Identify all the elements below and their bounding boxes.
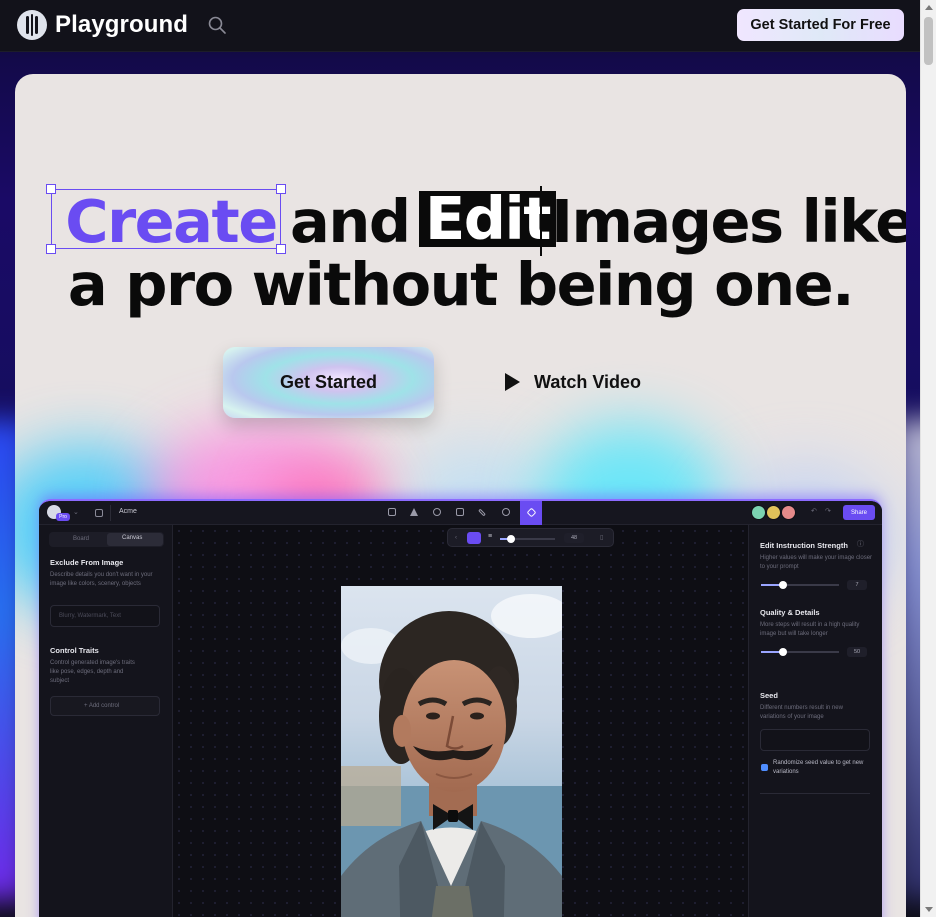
slider-knob[interactable] bbox=[779, 581, 787, 589]
select-tool-icon[interactable] bbox=[410, 508, 418, 516]
project-name[interactable]: Acme bbox=[119, 508, 137, 515]
watch-video-button[interactable]: Watch Video bbox=[505, 364, 641, 400]
edit-strength-slider[interactable] bbox=[761, 581, 839, 589]
exclude-title: Exclude From Image bbox=[50, 558, 124, 567]
edit-strength-title: Edit Instruction Strength bbox=[760, 541, 848, 550]
edit-strength-description: Higher values will make your image close… bbox=[760, 555, 873, 570]
upload-tool-icon[interactable] bbox=[388, 508, 396, 516]
exclude-input[interactable]: Blurry, Watermark, Text bbox=[50, 605, 160, 627]
help-icon[interactable]: ⓘ bbox=[857, 540, 864, 549]
hero-section: Create and Edit Images like a pro withou… bbox=[15, 74, 906, 917]
edit-strength-value[interactable]: 7 bbox=[847, 580, 867, 590]
right-settings-panel: Edit Instruction Strength ⓘ Higher value… bbox=[748, 525, 882, 917]
panel-toggle-icon[interactable] bbox=[95, 509, 103, 517]
add-control-button[interactable]: + Add control bbox=[50, 696, 160, 716]
brush-size-slider[interactable] bbox=[500, 535, 555, 543]
back-icon[interactable]: ‹ bbox=[455, 534, 457, 543]
exclude-description: Describe details you don't want in your … bbox=[50, 572, 153, 587]
headline-word-edit: Edit bbox=[419, 189, 556, 248]
scroll-up-arrow-icon[interactable] bbox=[925, 5, 933, 10]
shape-tool-icon[interactable] bbox=[502, 508, 510, 516]
page-scrollbar[interactable] bbox=[920, 0, 936, 917]
hand-tool-icon[interactable] bbox=[433, 508, 441, 516]
divider bbox=[760, 793, 870, 794]
resize-handle[interactable] bbox=[276, 184, 286, 194]
avatar[interactable] bbox=[751, 505, 766, 520]
menu-icon[interactable]: ≡ bbox=[488, 533, 492, 540]
app-preview: Pro ⌄ Acme ↶ ↷ Share Board Canvas Exclud… bbox=[39, 499, 882, 917]
quality-slider[interactable] bbox=[761, 648, 839, 656]
slider-knob[interactable] bbox=[507, 535, 515, 543]
headline-word-and: and bbox=[290, 187, 411, 256]
brand-logo-icon[interactable] bbox=[17, 10, 47, 40]
brush-size-value[interactable]: 48 bbox=[564, 533, 584, 543]
seed-input[interactable] bbox=[760, 729, 870, 751]
randomize-checkbox[interactable] bbox=[761, 764, 768, 771]
portrait-image[interactable] bbox=[341, 586, 562, 917]
undo-icon[interactable]: ↶ bbox=[811, 507, 817, 516]
tab-board[interactable]: Board bbox=[73, 535, 89, 544]
get-started-button[interactable]: Get Started bbox=[223, 347, 434, 418]
brush-icon[interactable] bbox=[467, 532, 481, 544]
plan-badge: Pro bbox=[56, 513, 70, 521]
page: Playground Get Started For Free Create a… bbox=[0, 0, 936, 917]
seed-description: Different numbers result in new variatio… bbox=[760, 705, 843, 720]
scroll-thumb[interactable] bbox=[924, 17, 933, 65]
resize-handle[interactable] bbox=[46, 244, 56, 254]
trash-icon[interactable]: ▯ bbox=[600, 534, 603, 543]
quality-value[interactable]: 50 bbox=[847, 647, 867, 657]
control-traits-description: Control generated image's traits like po… bbox=[50, 660, 135, 684]
exclude-placeholder: Blurry, Watermark, Text bbox=[59, 613, 121, 619]
headline-word-create: Create bbox=[65, 187, 278, 256]
play-icon bbox=[505, 373, 520, 391]
edit-tool-icon[interactable] bbox=[456, 508, 464, 516]
headline-line-2: a pro without being one. bbox=[67, 250, 855, 319]
slider-knob[interactable] bbox=[779, 648, 787, 656]
headline-word-images-like: Images like bbox=[551, 187, 906, 256]
avatar[interactable] bbox=[766, 505, 781, 520]
magic-wand-icon bbox=[526, 507, 537, 518]
scroll-down-arrow-icon[interactable] bbox=[925, 907, 933, 912]
add-control-label: + Add control bbox=[84, 703, 120, 709]
quality-title: Quality & Details bbox=[760, 608, 820, 617]
quality-description: More steps will result in a high quality… bbox=[760, 622, 860, 637]
get-started-free-button[interactable]: Get Started For Free bbox=[737, 9, 904, 41]
randomize-label[interactable]: Randomize seed value to get new variatio… bbox=[773, 759, 873, 777]
redo-icon[interactable]: ↷ bbox=[825, 507, 831, 516]
seed-title: Seed bbox=[760, 691, 778, 700]
app-toolbar: Pro ⌄ Acme ↶ ↷ Share bbox=[39, 501, 882, 525]
pen-tool-icon[interactable] bbox=[478, 508, 486, 517]
top-navigation: Playground Get Started For Free bbox=[0, 0, 920, 52]
tab-canvas[interactable]: Canvas bbox=[122, 535, 142, 541]
resize-handle[interactable] bbox=[46, 184, 56, 194]
share-button[interactable]: Share bbox=[843, 505, 875, 520]
left-settings-panel: Board Canvas Exclude From Image Describe… bbox=[39, 525, 173, 917]
canvas-area[interactable]: ‹ ≡ 48 ▯ bbox=[173, 525, 748, 917]
brand-name[interactable]: Playground bbox=[55, 11, 188, 39]
divider bbox=[110, 505, 111, 521]
portrait-illustration bbox=[341, 594, 562, 917]
magic-tool-active[interactable] bbox=[520, 501, 542, 525]
search-icon[interactable] bbox=[207, 15, 227, 35]
chevron-down-icon[interactable]: ⌄ bbox=[73, 508, 79, 517]
control-traits-title: Control Traits bbox=[50, 646, 99, 655]
view-toggle[interactable]: Board Canvas bbox=[49, 532, 164, 547]
watch-video-label: Watch Video bbox=[534, 371, 642, 392]
avatar[interactable] bbox=[781, 505, 796, 520]
brush-toolbar: ‹ ≡ 48 ▯ bbox=[447, 528, 614, 547]
text-cursor bbox=[540, 186, 542, 256]
